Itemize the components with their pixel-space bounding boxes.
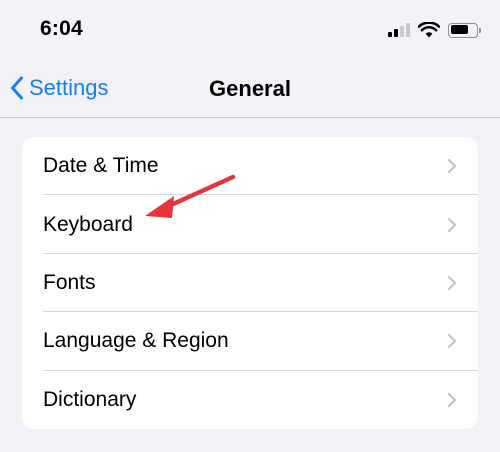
status-icons [388,20,481,40]
chevron-right-icon [447,159,457,174]
list-item-dictionary[interactable]: Dictionary [22,371,478,429]
chevron-right-icon [447,275,457,291]
status-time: 6:04 [40,17,83,40]
wifi-icon [418,22,440,38]
navigation-bar: Settings General [0,60,500,118]
screen: 6:04 Settings General Date & Time Keyboa… [0,0,500,452]
cellular-signal-icon [388,23,410,37]
list-item-label: Dictionary [43,387,137,411]
list-item-language-region[interactable]: Language & Region [22,312,478,371]
status-bar: 6:04 [0,0,500,60]
page-title: General [209,76,291,101]
list-item-date-time[interactable]: Date & Time [22,137,478,196]
chevron-right-icon [447,392,457,407]
list-item-keyboard[interactable]: Keyboard [22,195,478,254]
chevron-right-icon [447,334,457,349]
chevron-right-icon [447,217,457,232]
list-item-label: Keyboard [43,212,133,236]
list-item-label: Date & Time [43,154,159,178]
list-item-label: Language & Region [43,329,229,353]
list-item-fonts[interactable]: Fonts [22,254,478,313]
battery-icon [448,22,481,38]
settings-list: Date & Time Keyboard Fonts Language & Re… [22,137,478,429]
list-item-label: Fonts [43,270,96,294]
